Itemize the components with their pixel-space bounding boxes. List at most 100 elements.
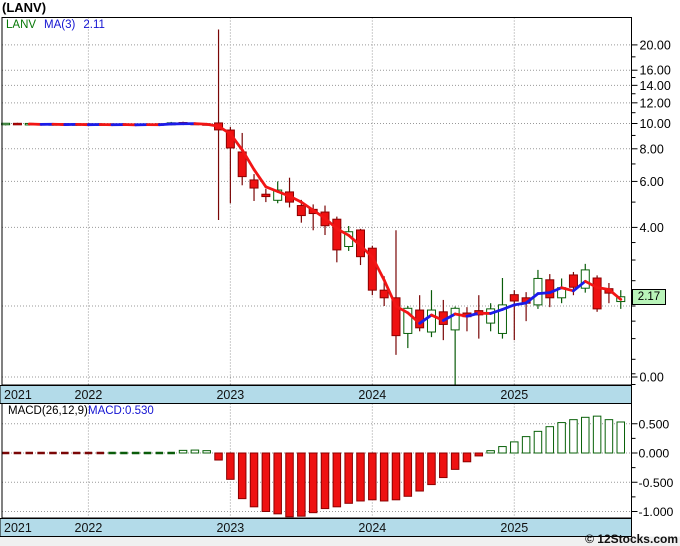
macd-bar (320, 452, 330, 510)
ma-line-segment (595, 286, 611, 291)
macd-bar (332, 452, 342, 508)
macd-legend-value: MACD:0.530 (88, 405, 154, 417)
year-label: 2024 (358, 388, 386, 402)
macd-bar (545, 426, 555, 454)
year-label: 2021 (4, 388, 32, 402)
macd-bar (439, 452, 448, 479)
macd-bar (604, 419, 614, 454)
price-axis-label: 6.00 (640, 175, 664, 189)
stock-chart: 20.00 16.00 14.00 12.00 10.00 8.00 6.00 4.00 0.0… (0, 0, 680, 546)
chart-canvas: 20.00 16.0014.00 12.00 10.00 8.00 6.00 4.00 0.0… (0, 17, 680, 546)
macd-bar (261, 452, 271, 512)
macd-bar (486, 450, 495, 454)
macd-bar (190, 449, 200, 454)
ma-line-segment (157, 122, 173, 127)
legend-symbol: LANV (6, 19, 37, 31)
page-title: (LANV) (2, 0, 47, 15)
ma-line-segment (193, 122, 209, 126)
macd-bar-dash (72, 451, 81, 455)
candle (533, 277, 543, 306)
price-axis-label: 14.00 (640, 79, 671, 93)
candle (261, 193, 271, 198)
macd-bar (249, 452, 259, 508)
macd-bar (356, 452, 365, 502)
macd-bar (557, 422, 566, 454)
year-label: 2022 (75, 388, 103, 402)
ma-line-segment (607, 288, 623, 301)
candle (509, 294, 519, 302)
macd-bar (178, 449, 188, 454)
macd-bar (214, 452, 223, 461)
macd-bar-dash (96, 451, 104, 455)
candle (592, 277, 602, 310)
macd-bar (498, 446, 507, 454)
macd-bar (474, 452, 484, 457)
macd-legend-label: MACD(26,12,9) (8, 405, 88, 417)
macd-bar-dash (108, 451, 116, 455)
candle (545, 279, 555, 299)
macd-bar (297, 452, 306, 517)
candle (568, 274, 578, 288)
price-axis-label: 10.00 (640, 117, 671, 131)
macd-bar-dash (1, 451, 10, 455)
macd-bar-dash (120, 451, 128, 455)
macd-bar (510, 441, 519, 454)
macd-axis-label: 0.000 (639, 447, 670, 461)
candle (450, 307, 460, 331)
macd-bar (581, 416, 590, 454)
year-label: 2025 (500, 388, 528, 402)
macd-bar (368, 452, 377, 501)
macd-bar-dash (49, 451, 57, 455)
ma-line-segment (536, 291, 552, 296)
macd-bar (391, 452, 401, 501)
candle (249, 179, 259, 189)
macd-axis-label: -0.500 (639, 476, 674, 490)
macd-bar (226, 452, 235, 480)
macd-bar (462, 452, 472, 463)
candle (415, 309, 425, 329)
ma-line-segment (512, 301, 528, 307)
macd-bar (344, 452, 353, 504)
macd-bar (533, 430, 543, 454)
legend-ma-label: MA(3) (44, 19, 76, 31)
price-axis-label: 8.00 (640, 142, 664, 156)
macd-bar-dash (143, 451, 152, 455)
macd-bar (202, 450, 211, 454)
macd-axis-label: -1.000 (639, 505, 674, 519)
candle (379, 289, 389, 299)
candle (332, 218, 342, 251)
macd-bar (450, 452, 460, 470)
macd-bar (427, 452, 436, 486)
price-axis-label: 0.00 (640, 371, 664, 385)
macd-bar (616, 421, 626, 454)
macd-bar (403, 452, 413, 497)
macd-bar-dash (25, 451, 34, 455)
macd-bar (273, 452, 282, 515)
candle (296, 205, 306, 217)
last-price-badge: 2.17 (632, 289, 666, 305)
macd-bar-dash (61, 451, 69, 455)
candle (1, 122, 11, 126)
price-panel-frame (1, 17, 632, 386)
macd-bar-dash (155, 451, 164, 455)
year-label: 2021 (4, 521, 32, 535)
candle (580, 269, 590, 289)
candle (426, 309, 436, 333)
year-label: 2024 (358, 521, 386, 535)
year-label: 2022 (75, 521, 103, 535)
candle (12, 122, 22, 126)
price-axis-label: 16.00 (640, 64, 671, 78)
year-label: 2025 (500, 521, 528, 535)
macd-bar-dash (131, 451, 140, 455)
price-axis-label: 4.00 (640, 221, 664, 235)
macd-bar-dash (84, 451, 93, 455)
legend-ma-value: 2.11 (83, 19, 105, 31)
macd-bar-dash (13, 451, 22, 455)
macd-bar (521, 436, 531, 454)
price-axis-label: 20.00 (640, 38, 671, 52)
price-legend: LANV MA(3) 2.11 (6, 19, 105, 31)
price-axis-label: 12.00 (640, 96, 671, 110)
macd-bar (592, 415, 602, 454)
macd-bar (415, 452, 424, 492)
macd-bar-dash (37, 451, 45, 455)
